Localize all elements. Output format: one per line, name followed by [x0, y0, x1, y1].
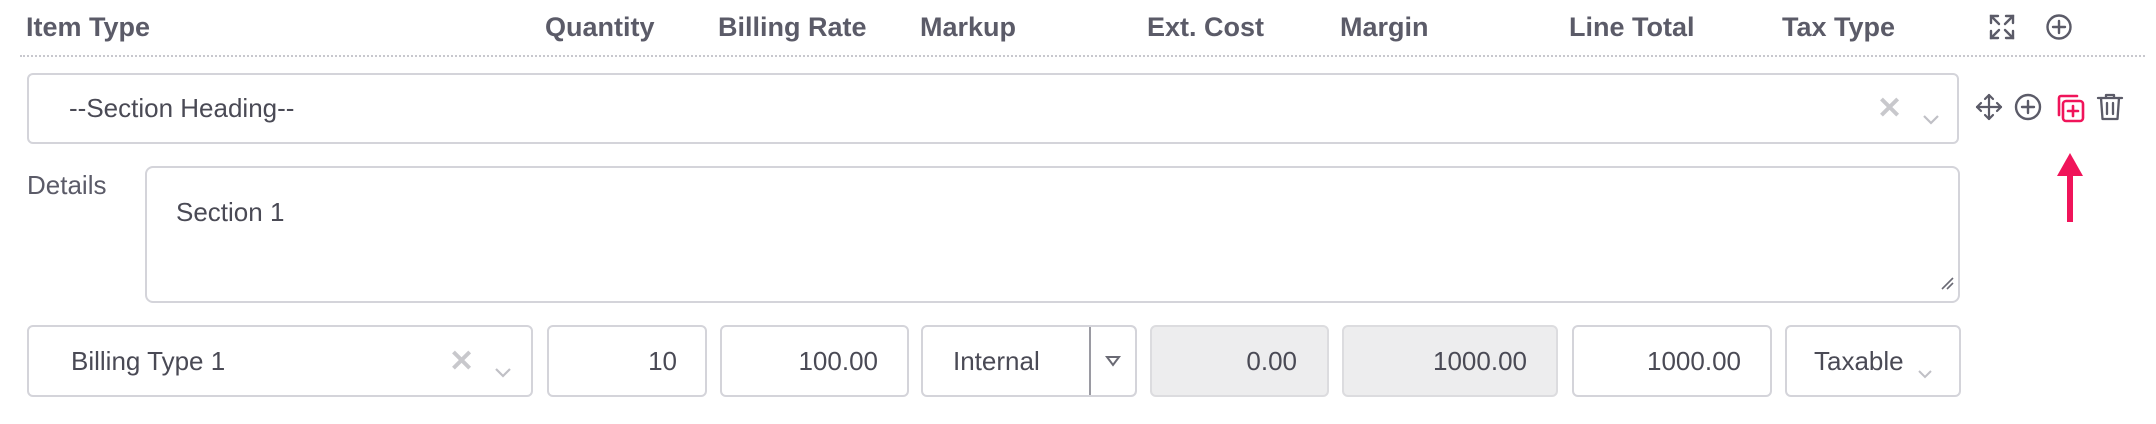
- details-value: Section 1: [176, 197, 285, 227]
- header-divider: [20, 55, 2145, 57]
- header-billing-rate: Billing Rate: [718, 12, 867, 42]
- details-textarea[interactable]: Section 1: [145, 166, 1960, 303]
- section-heading-select[interactable]: --Section Heading-- ✕: [27, 73, 1959, 144]
- header-quantity: Quantity: [545, 12, 655, 42]
- move-icon[interactable]: [1973, 91, 2005, 123]
- margin-field: 1000.00: [1342, 325, 1558, 397]
- section-heading-value: --Section Heading--: [69, 93, 295, 123]
- duplicate-icon[interactable]: [2053, 91, 2087, 125]
- header-markup: Markup: [920, 12, 1017, 42]
- clear-icon[interactable]: ✕: [449, 344, 474, 379]
- markup-select[interactable]: Internal: [921, 325, 1137, 397]
- tax-type-select[interactable]: Taxable: [1785, 325, 1961, 397]
- line-items-header: Item Type Quantity Billing Rate Markup E…: [0, 0, 2156, 56]
- markup-value: Internal: [953, 345, 1040, 376]
- header-line-total: Line Total: [1569, 12, 1695, 42]
- billing-type-value: Billing Type 1: [71, 345, 226, 376]
- markup-dropdown-button[interactable]: [1089, 327, 1135, 395]
- quantity-input[interactable]: 10: [547, 325, 707, 397]
- billing-rate-input[interactable]: 100.00: [720, 325, 909, 397]
- clear-icon[interactable]: ✕: [1877, 91, 1902, 126]
- arrow-up-icon: [2055, 150, 2085, 225]
- expand-icon[interactable]: [1987, 12, 2017, 42]
- ext-cost-field: 0.00: [1150, 325, 1329, 397]
- trash-icon[interactable]: [2094, 91, 2126, 123]
- header-tax-type: Tax Type: [1782, 12, 1896, 42]
- line-total-input[interactable]: 1000.00: [1572, 325, 1772, 397]
- header-item-type: Item Type: [26, 12, 151, 42]
- chevron-down-icon[interactable]: [1922, 102, 1940, 133]
- add-line-icon[interactable]: [2044, 12, 2074, 42]
- details-label: Details: [27, 170, 107, 200]
- chevron-down-icon[interactable]: [494, 355, 512, 386]
- resize-handle-icon[interactable]: [1940, 266, 1954, 297]
- chevron-down-icon[interactable]: [1917, 356, 1933, 387]
- billing-type-select[interactable]: Billing Type 1 ✕: [27, 325, 533, 397]
- add-circle-icon[interactable]: [2012, 91, 2044, 123]
- header-ext-cost: Ext. Cost: [1147, 12, 1265, 42]
- header-margin: Margin: [1340, 12, 1429, 42]
- tax-type-value: Taxable: [1814, 345, 1904, 376]
